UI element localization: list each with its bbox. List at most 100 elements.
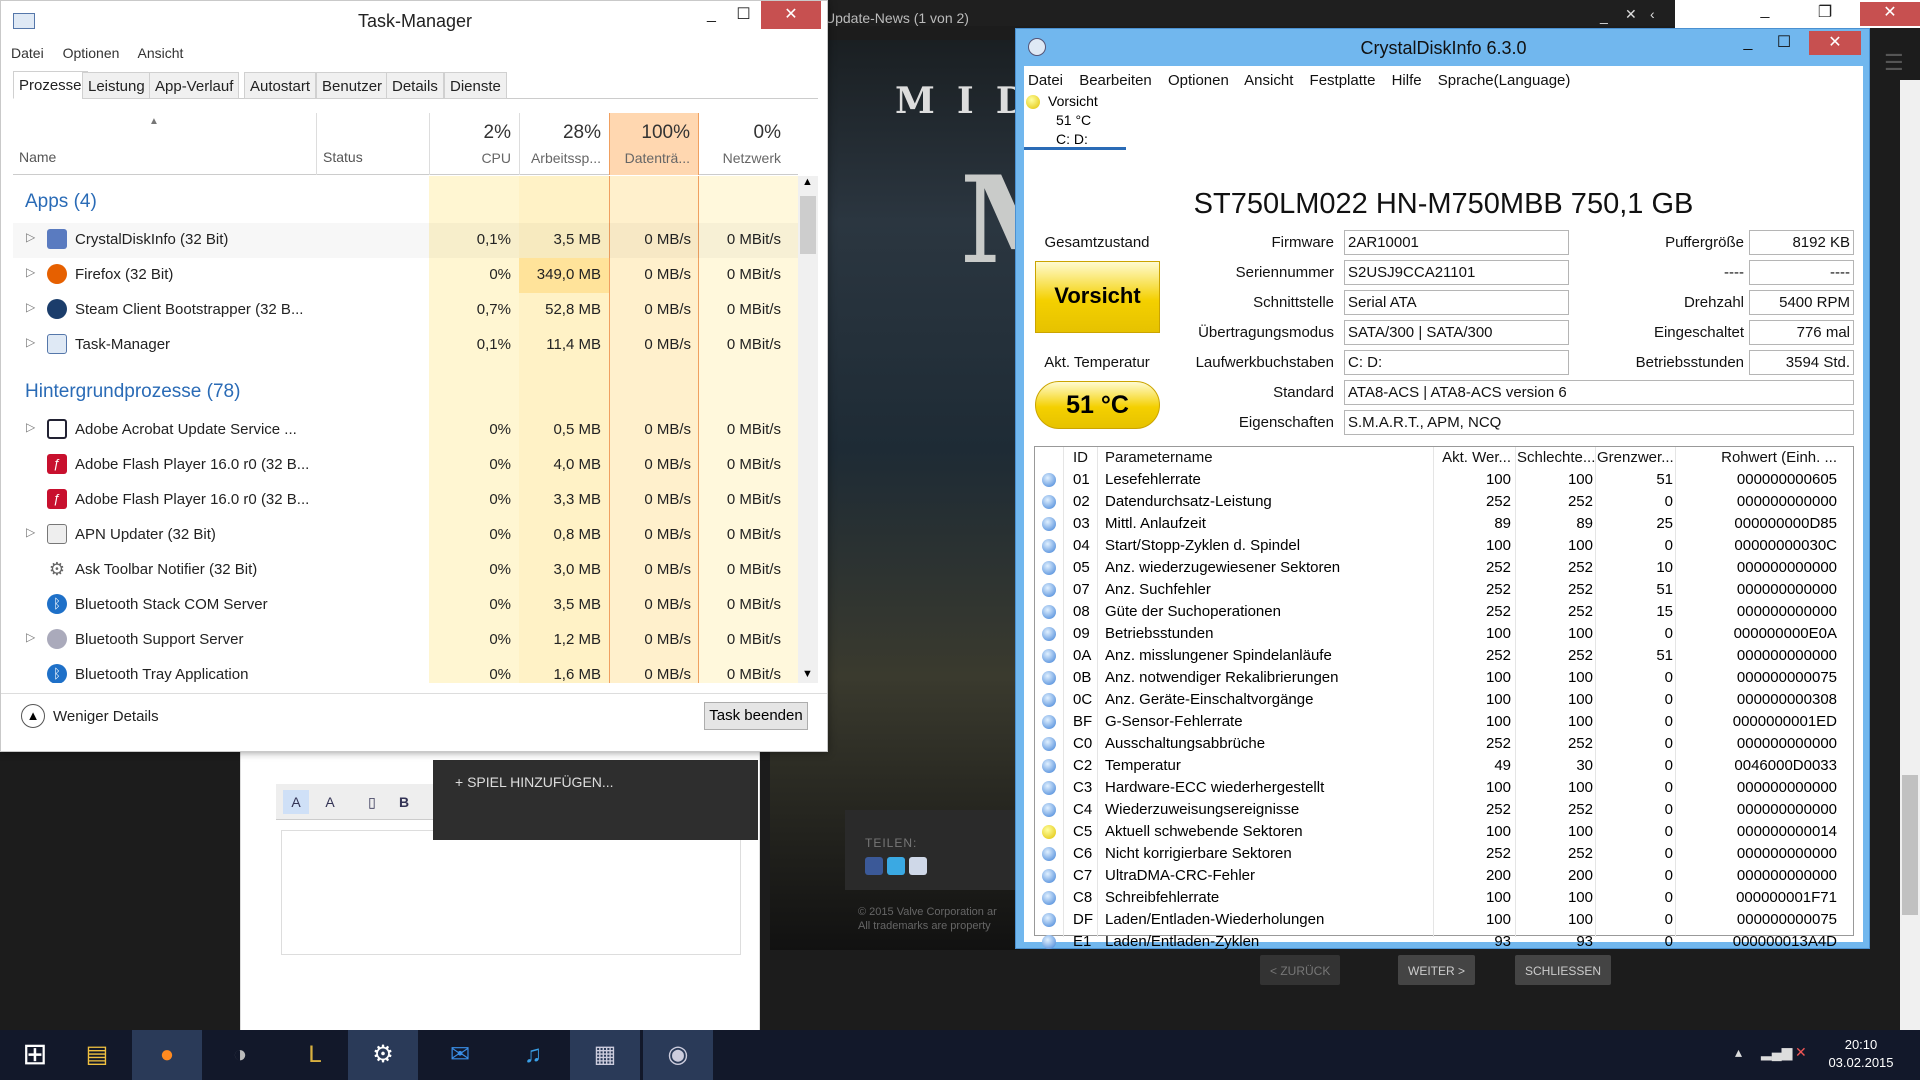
tab-prozesse[interactable]: Prozesse bbox=[13, 71, 88, 99]
tab-dienste[interactable]: Dienste bbox=[444, 72, 507, 99]
menu-ansicht[interactable]: Ansicht bbox=[1244, 72, 1293, 89]
smart-col-id[interactable]: ID bbox=[1073, 449, 1088, 466]
column-cpu[interactable]: 2% CPU bbox=[429, 113, 519, 175]
smart-row[interactable]: E1 Laden/Entladen-Zyklen 93 93 0 000000013A4D bbox=[1035, 931, 1853, 953]
process-row[interactable]: ▷ Task-Manager 0,1% 11,4 MB 0 MB/s 0 MBi… bbox=[13, 328, 798, 363]
clock[interactable]: 20:10 03.02.2015 bbox=[1816, 1036, 1906, 1072]
smart-row[interactable]: C8 Schreibfehlerrate 100 100 0 000000001F71 bbox=[1035, 887, 1853, 909]
expand-icon[interactable]: ▷ bbox=[26, 630, 35, 644]
smart-row[interactable]: C2 Temperatur 49 30 0 0046000D0033 bbox=[1035, 755, 1853, 777]
smart-col-worst[interactable]: Schlechte... bbox=[1517, 449, 1595, 466]
smart-row[interactable]: C0 Ausschaltungsabbrüche 252 252 0 0000000000… bbox=[1035, 733, 1853, 755]
menu-sprache[interactable]: Sprache(Language) bbox=[1438, 72, 1571, 89]
process-row[interactable]: ⚙ Ask Toolbar Notifier (32 Bit) 0% 3,0 M… bbox=[13, 553, 798, 588]
maximize-icon[interactable]: ☐ bbox=[1764, 31, 1804, 55]
add-game-button[interactable]: + SPIEL HINZUFÜGEN... bbox=[455, 774, 614, 790]
smart-row[interactable]: 0B Anz. notwendiger Rekalibrierungen 100 10… bbox=[1035, 667, 1853, 689]
smart-col-name[interactable]: Parametername bbox=[1105, 449, 1213, 466]
smart-row[interactable]: BF G-Sensor-Fehlerrate 100 100 0 0000000001ED bbox=[1035, 711, 1853, 733]
steam-icon[interactable]: ⚙ bbox=[348, 1030, 418, 1080]
close-button[interactable]: SCHLIESSEN bbox=[1515, 955, 1612, 985]
column-network[interactable]: 0% Netzwerk bbox=[699, 113, 789, 175]
fewer-details-link[interactable]: Weniger Details bbox=[53, 708, 159, 725]
smart-row[interactable]: 0A Anz. misslungener Spindelanläufe 252 252… bbox=[1035, 645, 1853, 667]
maximize-icon[interactable]: ❐ bbox=[1800, 2, 1850, 26]
taskmanager-icon[interactable]: ▦ bbox=[570, 1030, 640, 1080]
menu-ansicht[interactable]: Ansicht bbox=[138, 45, 184, 61]
media-icon[interactable]: ◑ bbox=[205, 1030, 275, 1080]
back-button[interactable]: < ZURÜCK bbox=[1260, 955, 1341, 985]
process-row[interactable]: ▷ Adobe Acrobat Update Service ... 0% 0,… bbox=[13, 413, 798, 448]
smart-row[interactable]: 03 Mittl. Anlaufzeit 89 89 25 000000000D85 bbox=[1035, 513, 1853, 535]
menu-festplatte[interactable]: Festplatte bbox=[1310, 72, 1376, 89]
scrollbar-thumb[interactable] bbox=[800, 196, 816, 254]
menu-icon[interactable]: ☰ bbox=[1884, 50, 1908, 75]
expand-icon[interactable]: ▷ bbox=[26, 420, 35, 434]
editor-textarea[interactable] bbox=[281, 830, 741, 955]
minimize-icon[interactable]: _ bbox=[1740, 2, 1790, 26]
expand-icon[interactable]: ▷ bbox=[26, 265, 35, 279]
smart-row[interactable]: 04 Start/Stopp-Zyklen d. Spindel 100 100 0 00… bbox=[1035, 535, 1853, 557]
menu-datei[interactable]: Datei bbox=[11, 45, 44, 61]
menu-optionen[interactable]: Optionen bbox=[1168, 72, 1229, 89]
tab-app-verlauf[interactable]: App-Verlauf bbox=[149, 72, 240, 99]
scroll-down-icon[interactable]: ▼ bbox=[802, 668, 813, 680]
maximize-icon[interactable]: ☐ bbox=[721, 1, 766, 29]
firefox-icon[interactable]: ● bbox=[132, 1030, 202, 1080]
scrollbar-thumb[interactable] bbox=[1902, 775, 1918, 915]
expand-icon[interactable]: ▷ bbox=[26, 335, 35, 349]
expand-icon[interactable]: ▷ bbox=[26, 300, 35, 314]
smart-col-current[interactable]: Akt. Wer... bbox=[1435, 449, 1511, 466]
font-color-button[interactable]: A bbox=[283, 790, 309, 814]
smart-row[interactable]: 02 Datendurchsatz-Leistung 252 252 0 00000000… bbox=[1035, 491, 1853, 513]
end-task-button[interactable]: Task beenden bbox=[704, 702, 808, 730]
bold-button[interactable]: B bbox=[391, 790, 417, 814]
drive-selector[interactable]: Vorsicht 51 °C C: D: bbox=[1024, 92, 1126, 150]
process-row[interactable]: ᛒ Bluetooth Stack COM Server 0% 3,5 MB 0… bbox=[13, 588, 798, 623]
league-icon[interactable]: L bbox=[280, 1030, 350, 1080]
process-row[interactable]: ƒ Adobe Flash Player 16.0 r0 (32 B... 0%… bbox=[13, 448, 798, 483]
itunes-icon[interactable]: ♫ bbox=[498, 1030, 568, 1080]
process-list-scrollbar[interactable]: ▲ ▼ bbox=[798, 176, 818, 683]
chevron-up-icon[interactable]: ▲ bbox=[21, 704, 45, 728]
smart-row[interactable]: DF Laden/Entladen-Wiederholungen 100 100 0 00… bbox=[1035, 909, 1853, 931]
smart-row[interactable]: C3 Hardware-ECC wiederhergestellt 100 100 0 0… bbox=[1035, 777, 1853, 799]
minimize-icon[interactable]: _ bbox=[1728, 31, 1768, 55]
smart-row[interactable]: C5 Aktuell schwebende Sektoren 100 100 0 0000… bbox=[1035, 821, 1853, 843]
page-scrollbar[interactable] bbox=[1900, 80, 1920, 1030]
process-row[interactable]: ▷ CrystalDiskInfo (32 Bit) 0,1% 3,5 MB 0… bbox=[13, 223, 798, 258]
close-icon[interactable]: ✕ bbox=[1809, 31, 1861, 55]
reddit-icon[interactable] bbox=[909, 857, 927, 875]
tab-autostart[interactable]: Autostart bbox=[244, 72, 317, 99]
menu-hilfe[interactable]: Hilfe bbox=[1392, 72, 1422, 89]
smart-row[interactable]: 0C Anz. Geräte-Einschaltvorgänge 100 100 0 00… bbox=[1035, 689, 1853, 711]
facebook-icon[interactable] bbox=[865, 857, 883, 875]
smart-row[interactable]: C7 UltraDMA-CRC-Fehler 200 200 0 000000000000 bbox=[1035, 865, 1853, 887]
column-disk[interactable]: 100% Datenträ... bbox=[609, 113, 699, 175]
signal-icon[interactable]: ▂▄▆ bbox=[1761, 1044, 1792, 1061]
font-style-button[interactable]: A bbox=[317, 790, 343, 814]
menu-bearbeiten[interactable]: Bearbeiten bbox=[1079, 72, 1152, 89]
add-game-bar[interactable]: + SPIEL HINZUFÜGEN... bbox=[433, 760, 758, 840]
health-status-button[interactable]: Vorsicht bbox=[1035, 261, 1160, 333]
minimize-icon[interactable]: _ bbox=[1600, 8, 1608, 24]
process-row[interactable]: ᛒ Bluetooth Tray Application 0% 1,6 MB 0… bbox=[13, 658, 798, 683]
close-icon[interactable]: ✕ bbox=[761, 1, 821, 29]
twitter-icon[interactable] bbox=[887, 857, 905, 875]
tab-details[interactable]: Details bbox=[386, 72, 444, 99]
volume-muted-icon[interactable]: ✕ bbox=[1795, 1044, 1807, 1061]
process-row[interactable]: ▷ APN Updater (32 Bit) 0% 0,8 MB 0 MB/s … bbox=[13, 518, 798, 553]
smart-col-raw[interactable]: Rohwert (Einh. ... bbox=[1677, 449, 1837, 466]
explorer-icon[interactable]: ▤ bbox=[62, 1030, 132, 1080]
tab-benutzer[interactable]: Benutzer bbox=[316, 72, 389, 99]
smart-row[interactable]: C6 Nicht korrigierbare Sektoren 252 252 0 000… bbox=[1035, 843, 1853, 865]
scroll-up-icon[interactable]: ▲ bbox=[802, 176, 813, 188]
smart-row[interactable]: 01 Lesefehlerrate 100 100 51 000000000605 bbox=[1035, 469, 1853, 491]
column-memory[interactable]: 28% Arbeitssp... bbox=[519, 113, 609, 175]
next-button[interactable]: WEITER > bbox=[1398, 955, 1476, 985]
menu-datei[interactable]: Datei bbox=[1028, 72, 1063, 89]
close-icon[interactable]: ✕ bbox=[1625, 6, 1637, 23]
close-icon[interactable]: ✕ bbox=[1860, 2, 1920, 26]
clipboard-icon[interactable]: ▯ bbox=[359, 790, 385, 814]
process-row[interactable]: ▷ Firefox (32 Bit) 0% 349,0 MB 0 MB/s 0 … bbox=[13, 258, 798, 293]
